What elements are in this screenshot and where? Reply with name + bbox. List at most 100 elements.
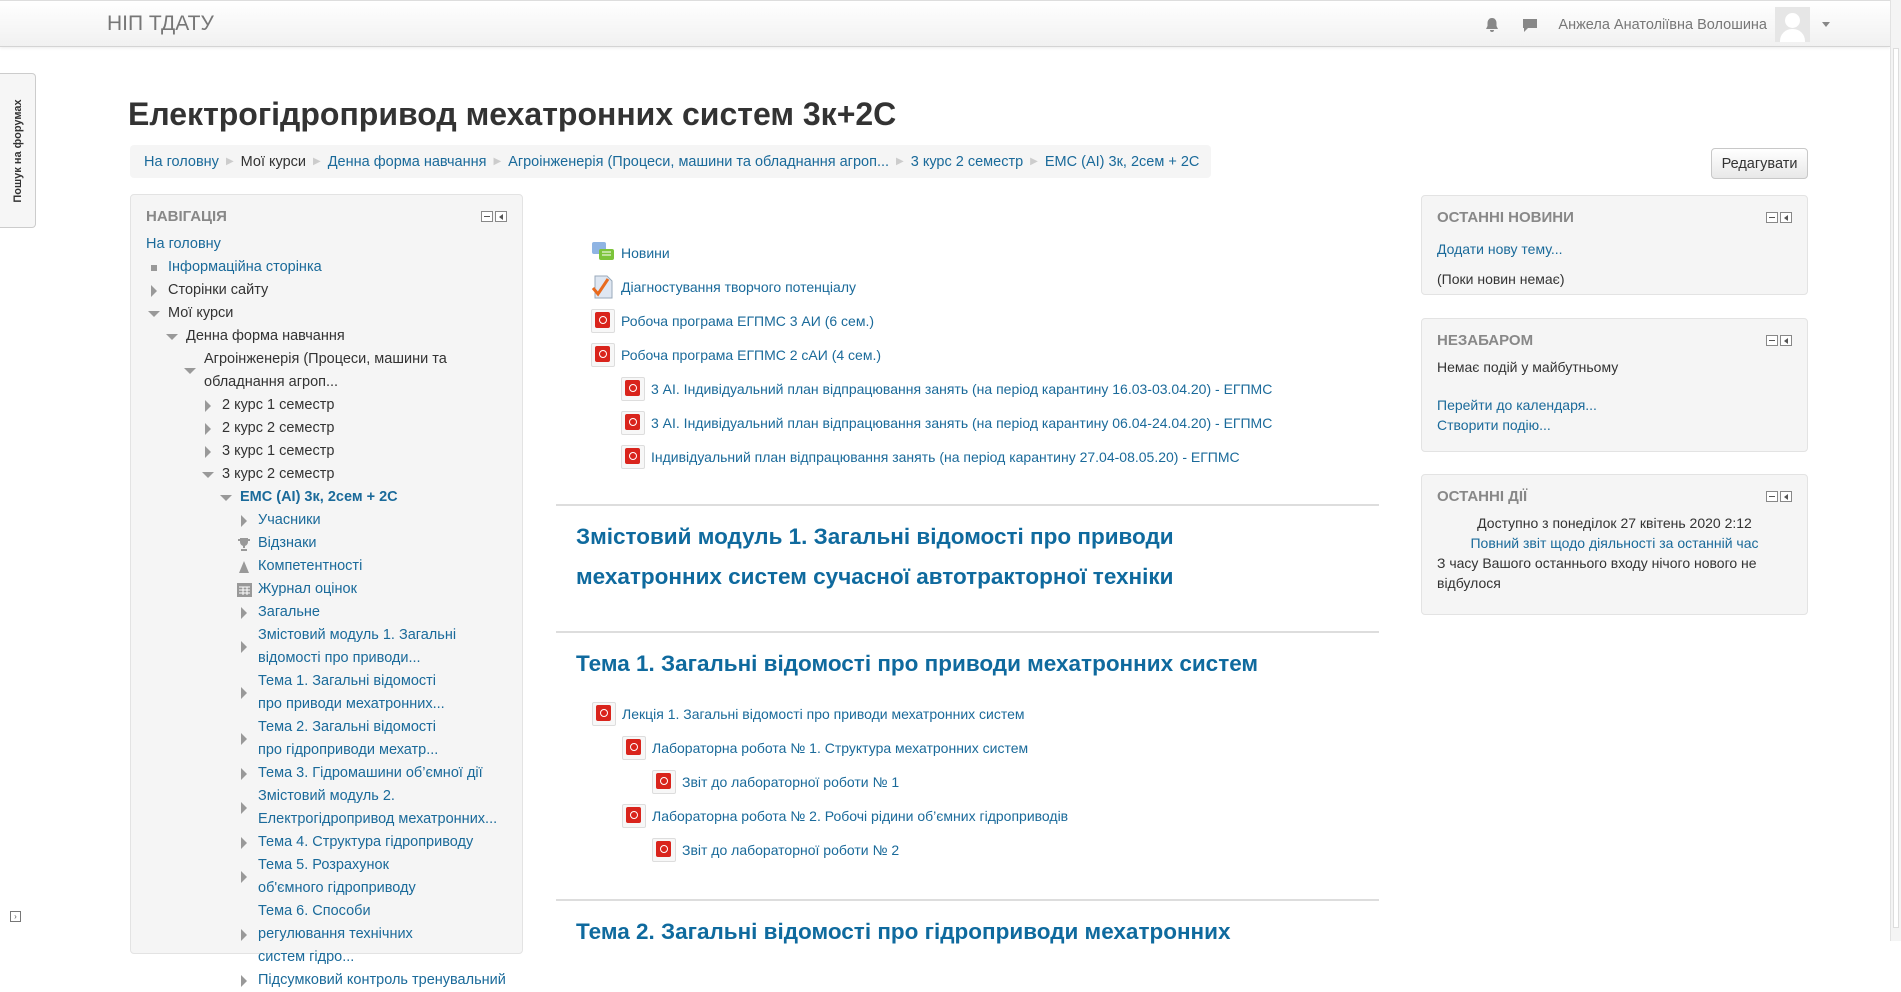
collapse-arrow-icon[interactable] (202, 471, 214, 478)
create-event-link[interactable]: Створити подію... (1437, 415, 1792, 435)
expand-arrow-icon[interactable] (205, 422, 211, 435)
section-heading[interactable]: Змістовий модуль 1. Загальні відомості п… (576, 517, 1256, 597)
activity-link[interactable]: Робоча програма ЕГПМС 2 сАИ (4 сем.) (621, 347, 881, 363)
expand-arrow-icon[interactable] (241, 687, 247, 699)
expand-arrow-icon[interactable] (241, 514, 247, 527)
dock-icon[interactable] (1780, 334, 1792, 346)
breadcrumb-course[interactable]: ЕМС (АІ) 3к, 2сем + 2С (1045, 154, 1200, 170)
nav-item-current-course[interactable]: ЕМС (АІ) 3к, 2сем + 2С (240, 486, 398, 509)
activity-link[interactable]: Діагностування творчого потенціалу (621, 279, 856, 295)
nav-item-section[interactable]: Тема 1. Загальні відомості про приводи м… (258, 670, 458, 716)
activity-link[interactable]: Звіт до лабораторної роботи № 2 (682, 842, 899, 858)
nav-item-competencies[interactable]: Компетентності (258, 555, 362, 578)
collapse-arrow-icon[interactable] (220, 494, 232, 501)
nav-item-section[interactable]: Змістовий модуль 2. Електрогідропривод м… (258, 785, 498, 831)
activity-file[interactable]: Лабораторна робота № 1. Структура мехатр… (592, 731, 1068, 765)
nav-item-section[interactable]: Тема 2. Загальні відомості про гідроприв… (258, 716, 458, 762)
breadcrumb-agro[interactable]: Агроінженерія (Процеси, машини та обладн… (508, 154, 889, 170)
activity-link[interactable]: 3 АІ. Індивідуальний план відпрацювання … (651, 415, 1272, 431)
breadcrumb-full-time[interactable]: Денна форма навчання (328, 154, 487, 170)
dock-icon[interactable] (495, 210, 507, 222)
collapse-arrow-icon[interactable] (184, 368, 196, 374)
user-name[interactable]: Анжела Анатоліївна Волошина (1558, 17, 1767, 33)
section-heading[interactable]: Тема 2. Загальні відомості про гідроприв… (576, 912, 1376, 952)
activity-link[interactable]: Індивідуальний план відпрацювання занять… (651, 449, 1240, 465)
edit-button[interactable]: Редагувати (1711, 148, 1808, 179)
activity-forum[interactable]: Новини (591, 236, 1379, 270)
site-brand[interactable]: НІП ТДАТУ (107, 12, 214, 36)
activity-file[interactable]: Звіт до лабораторної роботи № 1 (592, 765, 1068, 799)
activity-file[interactable]: 3 АІ. Індивідуальний план відпрацювання … (591, 372, 1379, 406)
nav-item[interactable]: 3 курс 2 семестр (222, 463, 334, 486)
nav-item[interactable]: Мої курси (168, 302, 233, 325)
message-icon[interactable] (1520, 15, 1540, 35)
avatar[interactable] (1775, 7, 1810, 42)
nav-item[interactable]: 2 курс 1 семестр (222, 394, 334, 417)
forum-search-tab[interactable]: Пошук на форумах (0, 73, 36, 228)
scrollbar[interactable] (1890, 0, 1901, 941)
nav-item[interactable]: 3 курс 1 семестр (222, 440, 334, 463)
scrollbar-thumb[interactable] (1893, 48, 1899, 928)
add-topic-link[interactable]: Додати нову тему... (1437, 241, 1563, 257)
activity-quiz[interactable]: Діагностування творчого потенціалу (591, 270, 1379, 304)
nav-item-section[interactable]: Тема 4. Структура гідроприводу (258, 831, 473, 854)
nav-item[interactable]: 2 курс 2 семестр (222, 417, 334, 440)
expand-arrow-icon[interactable] (151, 284, 157, 297)
breadcrumb-semester[interactable]: 3 курс 2 семестр (911, 154, 1023, 170)
activity-link[interactable]: Лекція 1. Загальні відомості про приводи… (622, 706, 1025, 722)
activity-link[interactable]: Звіт до лабораторної роботи № 1 (682, 774, 899, 790)
activity-file[interactable]: Звіт до лабораторної роботи № 2 (592, 833, 1068, 867)
collapse-arrow-icon[interactable] (166, 333, 178, 340)
activity-file[interactable]: Робоча програма ЕГПМС 2 сАИ (4 сем.) (591, 338, 1379, 372)
expand-arrow-icon[interactable] (241, 767, 247, 780)
section-heading[interactable]: Тема 1. Загальні відомості про приводи м… (576, 644, 1376, 684)
minimize-icon[interactable] (1766, 490, 1778, 502)
activity-link[interactable]: Лабораторна робота № 2. Робочі рідини об… (652, 808, 1068, 824)
expand-arrow-icon[interactable] (241, 974, 247, 987)
nav-item[interactable]: Інформаційна сторінка (168, 256, 322, 279)
expand-icon[interactable]: › (10, 911, 21, 922)
bell-icon[interactable] (1482, 15, 1502, 35)
nav-item-section[interactable]: Загальне (258, 601, 320, 624)
expand-arrow-icon[interactable] (241, 802, 247, 814)
full-report-link[interactable]: Повний звіт щодо діяльності за останній … (1437, 533, 1792, 553)
activity-link[interactable]: Робоча програма ЕГПМС 3 АИ (6 сем.) (621, 313, 874, 329)
dock-icon[interactable] (1780, 490, 1792, 502)
minimize-icon[interactable] (1766, 334, 1778, 346)
nav-item[interactable]: Агроінженерія (Процеси, машини та обладн… (204, 348, 464, 394)
activity-link[interactable]: Новини (621, 245, 670, 261)
expand-arrow-icon[interactable] (241, 836, 247, 849)
collapse-arrow-icon[interactable] (148, 310, 160, 317)
nav-item-section[interactable]: Підсумковий контроль тренувальний (258, 969, 506, 992)
expand-arrow-icon[interactable] (205, 399, 211, 412)
activity-file[interactable]: 3 АІ. Індивідуальний план відпрацювання … (591, 406, 1379, 440)
expand-arrow-icon[interactable] (241, 641, 247, 653)
activity-file[interactable]: Лабораторна робота № 2. Робочі рідини об… (592, 799, 1068, 833)
nav-item[interactable]: Денна форма навчання (186, 325, 345, 348)
minimize-icon[interactable] (481, 210, 493, 222)
expand-arrow-icon[interactable] (205, 445, 211, 458)
nav-item-section[interactable]: Тема 5. Розрахунок об'ємного гідропривод… (258, 854, 458, 900)
expand-arrow-icon[interactable] (241, 733, 247, 745)
activity-file[interactable]: Індивідуальний план відпрацювання занять… (591, 440, 1379, 474)
dock-icon[interactable] (1780, 211, 1792, 223)
nav-item-section[interactable]: Тема 3. Гідромашини об’ємної дії (258, 762, 483, 785)
expand-arrow-icon[interactable] (241, 928, 247, 941)
calendar-link[interactable]: Перейти до календаря... (1437, 395, 1792, 415)
expand-arrow-icon[interactable] (241, 606, 247, 619)
breadcrumb-home[interactable]: На головну (144, 154, 219, 170)
activity-link[interactable]: Лабораторна робота № 1. Структура мехатр… (652, 740, 1028, 756)
minimize-icon[interactable] (1766, 211, 1778, 223)
activity-file[interactable]: Лекція 1. Загальні відомості про приводи… (592, 697, 1068, 731)
nav-item-section[interactable]: Змістовий модуль 1. Загальні відомості п… (258, 624, 458, 670)
expand-arrow-icon[interactable] (241, 871, 247, 883)
nav-item-grades[interactable]: Журнал оцінок (258, 578, 357, 601)
activity-link[interactable]: 3 АІ. Індивідуальний план відпрацювання … (651, 381, 1272, 397)
nav-item[interactable]: Сторінки сайту (168, 279, 268, 302)
chevron-down-icon[interactable] (1822, 22, 1830, 27)
activity-file[interactable]: Робоча програма ЕГПМС 3 АИ (6 сем.) (591, 304, 1379, 338)
nav-item-participants[interactable]: Учасники (258, 509, 321, 532)
nav-item-badges[interactable]: Відзнаки (258, 532, 317, 555)
nav-item-section[interactable]: Тема 6. Способи регулювання технічних си… (258, 900, 458, 969)
nav-home[interactable]: На головну (146, 236, 221, 252)
